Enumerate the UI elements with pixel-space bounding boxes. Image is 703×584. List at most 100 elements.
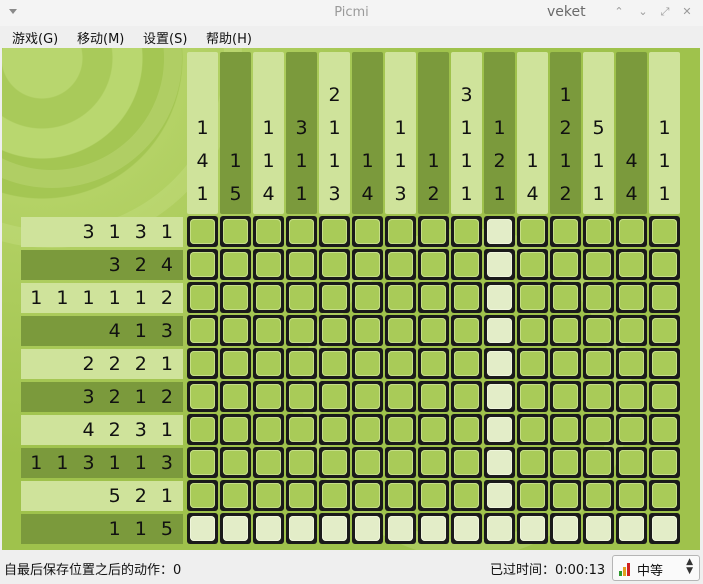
- grid-cell[interactable]: [583, 348, 614, 379]
- grid-cell[interactable]: [187, 414, 218, 445]
- grid-cell[interactable]: [583, 480, 614, 511]
- maximize-icon[interactable]: ⤢: [658, 5, 672, 19]
- grid-cell[interactable]: [649, 348, 680, 379]
- grid-cell[interactable]: [451, 513, 482, 544]
- grid-cell[interactable]: [649, 447, 680, 478]
- grid-cell[interactable]: [253, 414, 284, 445]
- grid-cell[interactable]: [451, 282, 482, 313]
- grid-cell[interactable]: [583, 282, 614, 313]
- grid-cell[interactable]: [484, 249, 515, 280]
- grid-cell[interactable]: [517, 249, 548, 280]
- grid-cell[interactable]: [418, 480, 449, 511]
- grid-cell[interactable]: [616, 480, 647, 511]
- grid-cell[interactable]: [550, 513, 581, 544]
- grid-cell[interactable]: [484, 381, 515, 412]
- grid-cell[interactable]: [583, 315, 614, 346]
- grid-cell[interactable]: [583, 381, 614, 412]
- grid-cell[interactable]: [187, 447, 218, 478]
- grid-cell[interactable]: [550, 414, 581, 445]
- grid-cell[interactable]: [187, 348, 218, 379]
- grid-cell[interactable]: [649, 414, 680, 445]
- grid-cell[interactable]: [385, 414, 416, 445]
- close-icon[interactable]: ✕: [680, 5, 694, 18]
- grid-cell[interactable]: [385, 381, 416, 412]
- grid-cell[interactable]: [517, 414, 548, 445]
- grid-cell[interactable]: [187, 282, 218, 313]
- grid-cell[interactable]: [484, 414, 515, 445]
- grid-cell[interactable]: [187, 216, 218, 247]
- grid-cell[interactable]: [550, 480, 581, 511]
- grid-cell[interactable]: [616, 348, 647, 379]
- grid-cell[interactable]: [286, 447, 317, 478]
- grid-cell[interactable]: [352, 216, 383, 247]
- grid-cell[interactable]: [220, 513, 251, 544]
- grid-cell[interactable]: [253, 216, 284, 247]
- grid-cell[interactable]: [385, 348, 416, 379]
- grid-cell[interactable]: [649, 216, 680, 247]
- grid-cell[interactable]: [418, 216, 449, 247]
- grid-cell[interactable]: [484, 447, 515, 478]
- grid-cell[interactable]: [352, 315, 383, 346]
- grid-cell[interactable]: [583, 216, 614, 247]
- grid-cell[interactable]: [286, 315, 317, 346]
- grid-cell[interactable]: [583, 447, 614, 478]
- grid-cell[interactable]: [616, 381, 647, 412]
- grid-cell[interactable]: [253, 513, 284, 544]
- grid-cell[interactable]: [451, 381, 482, 412]
- grid-cell[interactable]: [451, 216, 482, 247]
- grid-cell[interactable]: [352, 414, 383, 445]
- grid-cell[interactable]: [187, 513, 218, 544]
- grid-cell[interactable]: [517, 282, 548, 313]
- grid-cell[interactable]: [484, 315, 515, 346]
- grid-cell[interactable]: [418, 414, 449, 445]
- grid-cell[interactable]: [550, 381, 581, 412]
- menu-move[interactable]: 移动(M): [77, 28, 124, 47]
- grid-cell[interactable]: [616, 414, 647, 445]
- grid-cell[interactable]: [319, 480, 350, 511]
- grid-cell[interactable]: [649, 282, 680, 313]
- grid-cell[interactable]: [616, 282, 647, 313]
- grid-cell[interactable]: [550, 282, 581, 313]
- grid-cell[interactable]: [583, 414, 614, 445]
- grid-cell[interactable]: [418, 282, 449, 313]
- grid-cell[interactable]: [385, 249, 416, 280]
- grid-cell[interactable]: [220, 282, 251, 313]
- grid-cell[interactable]: [517, 348, 548, 379]
- grid-cell[interactable]: [484, 513, 515, 544]
- grid-cell[interactable]: [484, 282, 515, 313]
- grid-cell[interactable]: [550, 249, 581, 280]
- grid-cell[interactable]: [187, 480, 218, 511]
- grid-cell[interactable]: [286, 414, 317, 445]
- menu-help[interactable]: 帮助(H): [206, 28, 252, 47]
- grid-cell[interactable]: [418, 249, 449, 280]
- grid-cell[interactable]: [220, 216, 251, 247]
- grid-cell[interactable]: [253, 447, 284, 478]
- grid-cell[interactable]: [550, 216, 581, 247]
- grid-cell[interactable]: [484, 348, 515, 379]
- grid-cell[interactable]: [385, 282, 416, 313]
- grid-cell[interactable]: [253, 282, 284, 313]
- grid-cell[interactable]: [451, 447, 482, 478]
- grid-cell[interactable]: [286, 480, 317, 511]
- grid-cell[interactable]: [286, 381, 317, 412]
- grid-cell[interactable]: [517, 381, 548, 412]
- minimize-icon[interactable]: ⌃: [612, 5, 626, 18]
- grid-cell[interactable]: [418, 348, 449, 379]
- grid-cell[interactable]: [418, 315, 449, 346]
- grid-cell[interactable]: [286, 282, 317, 313]
- grid-cell[interactable]: [187, 315, 218, 346]
- grid-cell[interactable]: [319, 348, 350, 379]
- grid-cell[interactable]: [649, 315, 680, 346]
- grid-cell[interactable]: [385, 447, 416, 478]
- grid-cell[interactable]: [550, 315, 581, 346]
- grid-cell[interactable]: [352, 447, 383, 478]
- grid-cell[interactable]: [286, 249, 317, 280]
- restore-icon[interactable]: ⌄: [636, 5, 650, 18]
- grid-cell[interactable]: [517, 447, 548, 478]
- grid-cell[interactable]: [451, 249, 482, 280]
- grid-cell[interactable]: [352, 249, 383, 280]
- grid-cell[interactable]: [616, 447, 647, 478]
- grid-cell[interactable]: [187, 381, 218, 412]
- menu-settings[interactable]: 设置(S): [143, 28, 187, 47]
- grid-cell[interactable]: [583, 513, 614, 544]
